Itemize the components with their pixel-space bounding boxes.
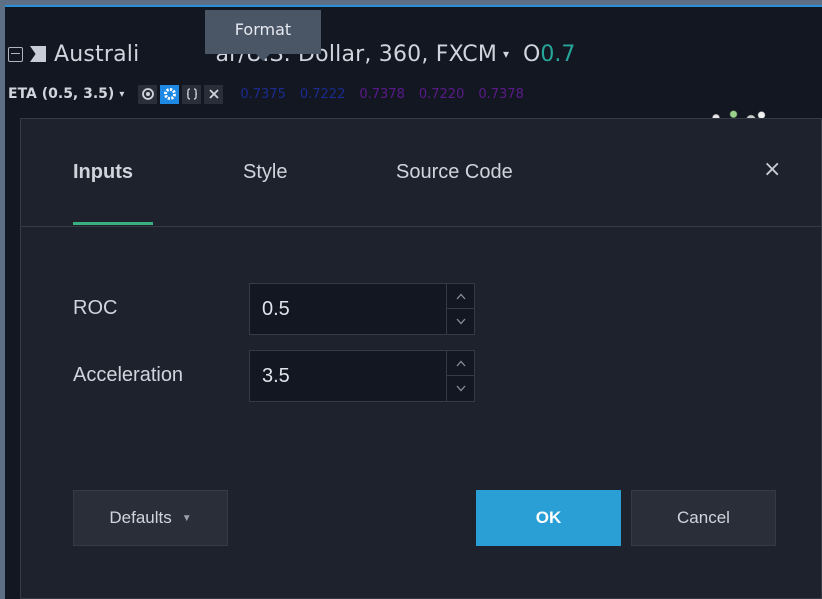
indicator-legend: ETA (0.5, 3.5) ▾ 0.7375 0.7222 0.7378 0.… (8, 83, 524, 105)
roc-field[interactable] (249, 283, 475, 335)
acceleration-increment-icon[interactable] (447, 351, 474, 376)
indicator-name[interactable]: ETA (0.5, 3.5) (8, 86, 114, 102)
source-code-icon[interactable] (182, 84, 202, 104)
eye-icon[interactable] (138, 84, 158, 104)
symbol-flag-icon (30, 46, 46, 62)
gear-icon[interactable] (160, 84, 180, 104)
tab-inputs[interactable]: Inputs (73, 161, 133, 184)
close-dialog-icon[interactable]: × (763, 157, 781, 182)
roc-decrement-icon[interactable] (447, 309, 474, 334)
chevron-down-icon: ▼ (181, 512, 192, 524)
tab-style[interactable]: Style (243, 161, 287, 184)
indicator-values: 0.7375 0.7222 0.7378 0.7220 0.7378 (240, 87, 524, 102)
indicator-value: 0.7375 (240, 86, 286, 102)
format-tooltip: Format (205, 10, 321, 61)
indicator-value: 0.7222 (299, 86, 346, 102)
symbol-caret-icon[interactable]: ▾ (503, 47, 509, 61)
ohlc-open-label: O (523, 41, 541, 67)
ohlc-open-value: 0.7 (540, 41, 576, 67)
defaults-button[interactable]: Defaults ▼ (73, 490, 228, 546)
acceleration-stepper[interactable] (446, 351, 474, 401)
collapse-icon[interactable] (8, 46, 23, 62)
indicator-value: 0.7378 (478, 86, 524, 102)
indicator-settings-dialog: Inputs Style Source Code × ROC Accelerat… (20, 118, 822, 599)
active-tab-indicator (73, 222, 153, 225)
dialog-tabs: Inputs Style Source Code × (21, 119, 821, 227)
indicator-value: 0.7220 (418, 86, 465, 102)
acceleration-field[interactable] (249, 350, 475, 402)
tab-source-code[interactable]: Source Code (396, 161, 513, 184)
acceleration-label: Acceleration (73, 364, 184, 386)
roc-increment-icon[interactable] (447, 284, 474, 309)
indicator-value: 0.7378 (359, 86, 405, 102)
roc-label: ROC (73, 297, 118, 319)
cancel-button[interactable]: Cancel (631, 490, 776, 546)
roc-stepper[interactable] (446, 284, 474, 334)
defaults-button-label: Defaults (109, 508, 172, 527)
symbol-title[interactable]: Australi (54, 42, 139, 67)
acceleration-decrement-icon[interactable] (447, 376, 474, 401)
ok-button[interactable]: OK (476, 490, 621, 546)
roc-input[interactable] (250, 284, 442, 334)
acceleration-input[interactable] (250, 351, 442, 401)
close-icon[interactable] (204, 84, 224, 104)
indicator-caret-icon[interactable]: ▾ (119, 89, 124, 100)
